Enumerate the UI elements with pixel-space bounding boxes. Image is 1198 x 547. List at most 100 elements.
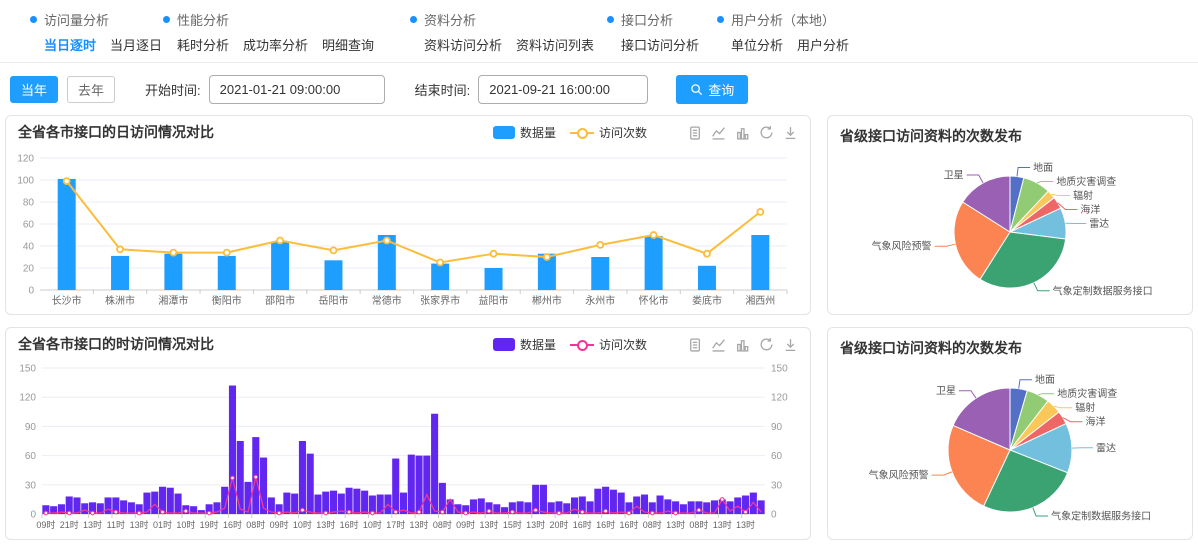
bullet-icon (410, 16, 417, 23)
svg-text:11时: 11时 (107, 519, 125, 530)
svg-text:13时: 13时 (666, 519, 685, 530)
nav-item[interactable]: 接口访问分析 (621, 35, 699, 54)
filter-bar: 当年 去年 开始时间: 结束时间: 查询 (0, 63, 1198, 115)
legend-line-icon (570, 126, 594, 139)
pie-title: 省级接口访问资料的次数发布 (840, 126, 1022, 146)
province-pie-chart-2[interactable]: 地面地质灾害调查辐射海洋雷达气象定制数据服务接口气象风险预警卫星 (828, 360, 1192, 535)
svg-text:120: 120 (771, 393, 788, 404)
svg-text:19时: 19时 (200, 519, 219, 530)
svg-text:10时: 10时 (176, 519, 195, 530)
nav-item[interactable]: 成功率分析 (243, 35, 308, 54)
nav-group: 访问量分析当日逐时当月逐日 (30, 10, 162, 54)
svg-text:100: 100 (17, 176, 34, 187)
svg-text:张家界市: 张家界市 (420, 294, 460, 307)
legend-item-bar[interactable]: 数据量 (493, 124, 556, 141)
data-view-icon[interactable] (687, 125, 702, 140)
nav-group: 接口分析接口访问分析 (607, 10, 699, 54)
legend-label: 数据量 (520, 124, 556, 141)
svg-text:邵阳市: 邵阳市 (265, 294, 295, 307)
svg-text:40: 40 (23, 242, 35, 253)
hourly-barline-chart[interactable]: 0030306060909012012015015009时21时13时11时13… (6, 360, 801, 539)
nav-group: 用户分析（本地） 单位分析用户分析 (717, 10, 849, 54)
svg-text:雷达: 雷达 (1089, 218, 1109, 230)
legend-item-line[interactable]: 访问次数 (570, 124, 647, 141)
svg-text:地质灾害调查: 地质灾害调查 (1057, 387, 1117, 400)
svg-text:60: 60 (25, 451, 37, 462)
svg-text:01时: 01时 (153, 519, 172, 530)
svg-text:株洲市: 株洲市 (105, 294, 135, 307)
svg-text:09时: 09时 (270, 519, 289, 530)
svg-text:17时: 17时 (386, 519, 405, 530)
svg-text:09时: 09时 (456, 519, 475, 530)
svg-text:16时: 16时 (619, 519, 638, 530)
svg-text:0: 0 (28, 286, 34, 297)
legend-label: 访问次数 (599, 336, 647, 353)
last-year-button[interactable]: 去年 (67, 76, 115, 103)
query-button[interactable]: 查询 (676, 75, 748, 104)
nav-item[interactable]: 资料访问列表 (516, 35, 594, 54)
svg-text:湘潭市: 湘潭市 (158, 294, 188, 307)
nav-group-title: 性能分析 (163, 10, 374, 29)
chart-title: 全省各市接口的时访问情况对比 (18, 334, 214, 354)
svg-text:21时: 21时 (60, 519, 79, 530)
legend-swatch-icon (493, 338, 515, 351)
search-icon (690, 83, 703, 96)
line-chart-icon[interactable] (711, 125, 726, 140)
nav-item[interactable]: 当月逐日 (110, 35, 162, 54)
nav-item[interactable]: 当日逐时 (44, 35, 96, 54)
svg-text:13时: 13时 (736, 519, 755, 530)
svg-text:13时: 13时 (713, 519, 732, 530)
nav-item[interactable]: 单位分析 (731, 35, 783, 54)
legend-item-bar[interactable]: 数据量 (493, 336, 556, 353)
svg-text:雷达: 雷达 (1096, 442, 1116, 454)
svg-text:0: 0 (771, 510, 777, 521)
bullet-icon (30, 16, 37, 23)
download-icon[interactable] (783, 125, 798, 140)
nav-item[interactable]: 用户分析 (797, 35, 849, 54)
nav-item[interactable]: 明细查询 (322, 35, 374, 54)
svg-text:30: 30 (25, 480, 37, 491)
this-year-button[interactable]: 当年 (10, 76, 58, 103)
nav-group-title: 资料分析 (410, 10, 594, 29)
daily-barline-chart[interactable]: 020406080100120长沙市株洲市湘潭市衡阳市邵阳市岳阳市常德市张家界市… (6, 148, 801, 314)
svg-text:海洋: 海洋 (1086, 415, 1106, 428)
restore-icon[interactable] (759, 337, 774, 352)
restore-icon[interactable] (759, 125, 774, 140)
svg-text:娄底市: 娄底市 (692, 294, 722, 307)
svg-text:地质灾害调查: 地质灾害调查 (1056, 175, 1116, 188)
legend-item-line[interactable]: 访问次数 (570, 336, 647, 353)
svg-text:08时: 08时 (643, 519, 662, 530)
bullet-icon (607, 16, 614, 23)
svg-text:衡阳市: 衡阳市 (212, 294, 242, 307)
download-icon[interactable] (783, 337, 798, 352)
svg-text:气象风险预警: 气象风险预警 (872, 240, 932, 253)
svg-text:常德市: 常德市 (372, 294, 402, 307)
svg-text:20时: 20时 (549, 519, 568, 530)
start-time-input[interactable] (209, 75, 385, 104)
nav-item[interactable]: 资料访问分析 (424, 35, 502, 54)
nav-group-title: 用户分析（本地） (717, 10, 849, 29)
end-time-input[interactable] (478, 75, 648, 104)
data-view-icon[interactable] (687, 337, 702, 352)
line-chart-icon[interactable] (711, 337, 726, 352)
nav-sub-items: 资料访问分析资料访问列表 (424, 35, 594, 54)
nav-group: 性能分析耗时分析成功率分析明细查询 (163, 10, 374, 54)
pie-title: 省级接口访问资料的次数发布 (840, 338, 1022, 358)
svg-text:地面: 地面 (1033, 161, 1053, 174)
svg-text:怀化市: 怀化市 (639, 294, 669, 307)
svg-text:海洋: 海洋 (1080, 203, 1100, 216)
svg-text:卫星: 卫星 (944, 170, 964, 182)
province-pie-card-2: 省级接口访问资料的次数发布 地面地质灾害调查辐射海洋雷达气象定制数据服务接口气象… (827, 327, 1193, 540)
svg-text:岳阳市: 岳阳市 (318, 294, 348, 307)
svg-text:13时: 13时 (410, 519, 429, 530)
svg-text:10时: 10时 (293, 519, 312, 530)
bar-chart-icon[interactable] (735, 337, 750, 352)
svg-text:80: 80 (23, 198, 35, 209)
svg-text:16时: 16时 (340, 519, 359, 530)
province-pie-chart-1[interactable]: 地面地质灾害调查辐射海洋雷达气象定制数据服务接口气象风险预警卫星 (828, 148, 1192, 310)
chart-toolbox (687, 337, 798, 352)
chart-legend: 数据量 访问次数 (493, 124, 647, 141)
start-time-label: 开始时间: (145, 80, 201, 99)
bar-chart-icon[interactable] (735, 125, 750, 140)
nav-item[interactable]: 耗时分析 (177, 35, 229, 54)
